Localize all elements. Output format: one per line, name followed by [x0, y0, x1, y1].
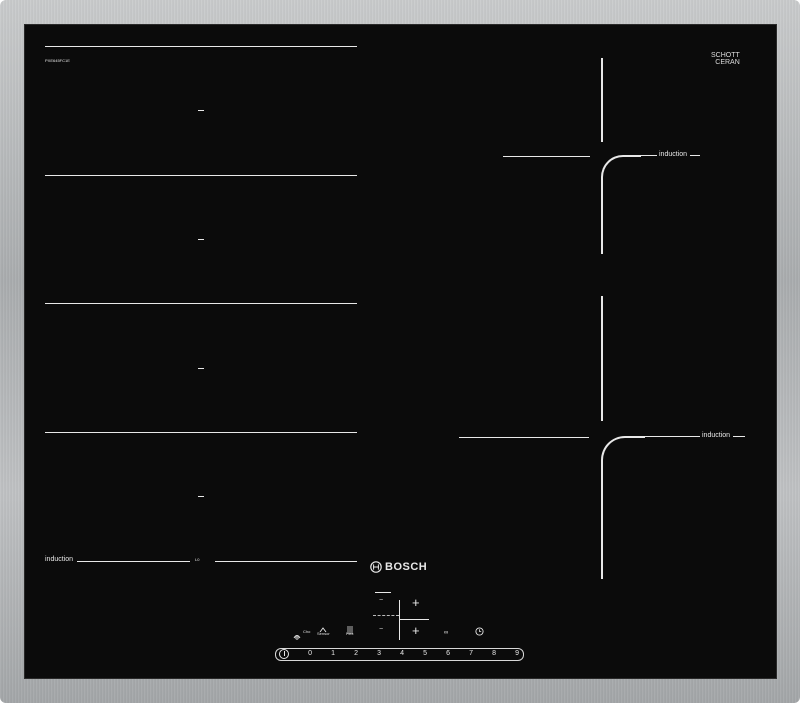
zone-top-right-horizontal-left	[503, 156, 590, 157]
plus-bottom-button[interactable]: +	[412, 623, 420, 638]
flex-segment-1-mark	[198, 110, 204, 111]
flex-zone-top-line	[45, 46, 357, 47]
brand-name: BOSCH	[385, 561, 428, 573]
zone-top-right-label-tail	[690, 155, 700, 156]
glass-brand-line2: CERAN	[715, 59, 740, 66]
flex-zone-induction-label: induction	[45, 556, 74, 563]
flex-zone-divider-3	[45, 432, 357, 433]
cooking-sensor-icon	[293, 635, 301, 640]
bosch-armature-icon	[370, 561, 382, 573]
power-level-9[interactable]: 9	[515, 649, 519, 659]
flex-zone-bottom-line-left	[77, 561, 190, 562]
minus-bottom-button[interactable]: −	[379, 626, 383, 633]
cooking-sensor-key[interactable]: Cho	[293, 627, 310, 645]
zone-select-dashed-divider	[373, 615, 399, 616]
zone-bottom-right-horizontal-right	[643, 436, 700, 437]
power-level-0[interactable]: 0	[308, 649, 312, 659]
zone-top-right-vertical-bottom	[601, 191, 603, 254]
flex-zone-key[interactable]: Flex	[346, 621, 354, 639]
bridge-symbol: L0	[195, 557, 200, 562]
zone-top-right-induction-label: induction	[659, 151, 688, 158]
power-level-3[interactable]: 3	[377, 649, 381, 659]
glass-brand-logo: SCHOTT CERAN	[711, 52, 740, 66]
timer-icon[interactable]	[475, 627, 484, 636]
extra-function-key[interactable]: ∞	[444, 630, 448, 636]
frying-sensor-key-label: Sensor	[317, 631, 330, 636]
power-level-8[interactable]: 8	[492, 649, 496, 659]
frying-sensor-key[interactable]: Sensor	[317, 621, 330, 639]
zone-bottom-right-vertical-bottom	[601, 475, 603, 579]
zone-bottom-right-curve	[601, 436, 645, 480]
zone-select-top-bar	[375, 592, 391, 593]
flex-segment-4-mark	[198, 496, 204, 497]
zone-top-right-curve	[601, 155, 641, 195]
bosch-brand: BOSCH	[370, 561, 427, 573]
zone-select-vertical-divider	[399, 600, 400, 640]
flex-segment-3-mark	[198, 368, 204, 369]
minus-top-button[interactable]: −	[379, 597, 383, 604]
power-level-2[interactable]: 2	[354, 649, 358, 659]
zone-bottom-right-label-tail	[733, 436, 745, 437]
cooktop-glass-surface: PXE645FC1E induction L0 induction induct…	[24, 24, 777, 679]
power-level-5[interactable]: 5	[423, 649, 427, 659]
flex-zone-divider-1	[45, 175, 357, 176]
power-level-4[interactable]: 4	[400, 649, 404, 659]
zone-top-right-vertical-top	[601, 58, 603, 142]
model-code-label: PXE645FC1E	[45, 58, 70, 63]
power-level-scale: 0 1 2 3 4 5 6 7 8 9	[279, 649, 519, 659]
flex-zone-bottom-line-right	[215, 561, 357, 562]
flex-zone-key-label: Flex	[346, 631, 354, 636]
zone-select-horizontal-divider	[399, 619, 429, 620]
power-icon[interactable]	[279, 649, 289, 659]
zone-bottom-right-induction-label: induction	[702, 432, 731, 439]
zone-bottom-right-vertical-top	[601, 296, 603, 421]
cooking-sensor-key-label: Cho	[303, 629, 311, 634]
power-level-6[interactable]: 6	[446, 649, 450, 659]
flex-zone-divider-2	[45, 303, 357, 304]
plus-top-button[interactable]: +	[412, 595, 420, 610]
zone-top-right-horizontal-right	[639, 155, 657, 156]
power-level-1[interactable]: 1	[331, 649, 335, 659]
power-level-7[interactable]: 7	[469, 649, 473, 659]
flex-segment-2-mark	[198, 239, 204, 240]
zone-bottom-right-horizontal-left	[459, 437, 589, 438]
glass-brand-line1: SCHOTT	[711, 52, 740, 59]
